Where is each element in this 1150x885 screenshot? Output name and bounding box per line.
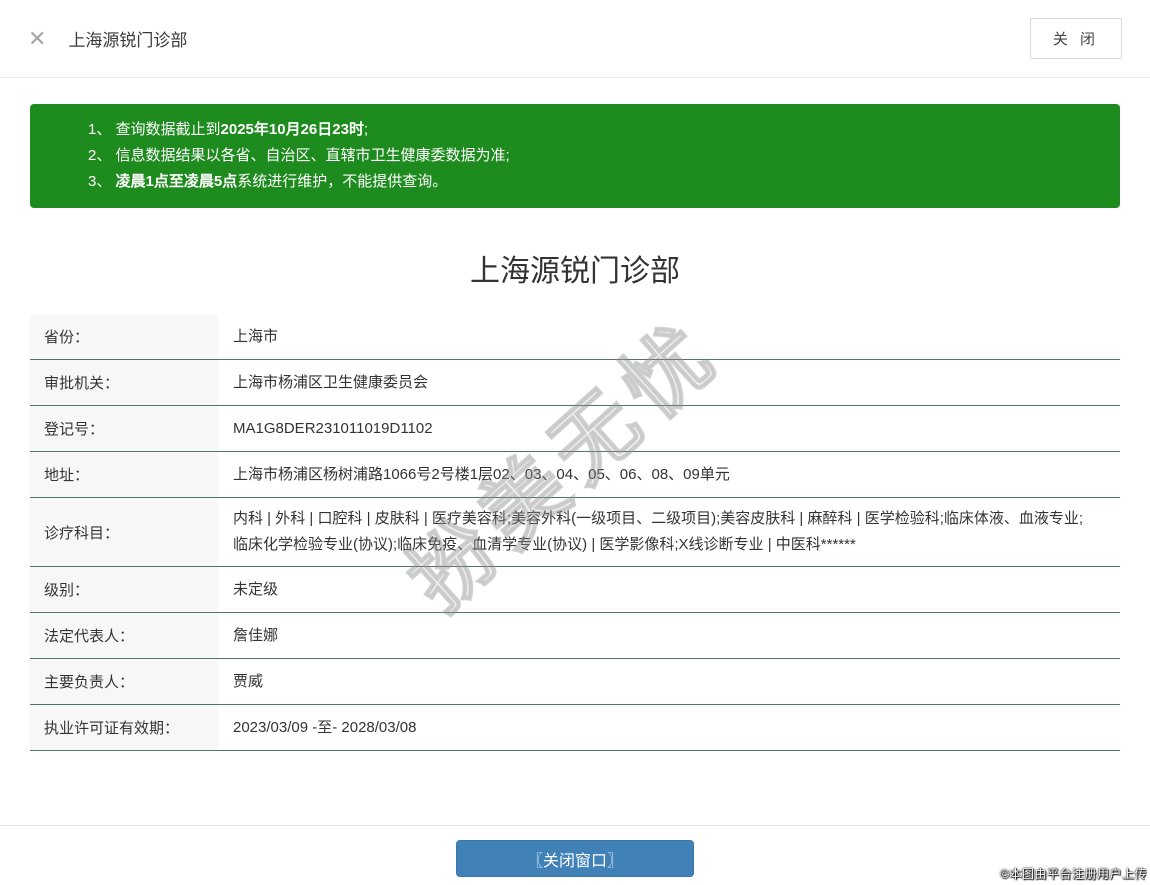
table-row-level: 级别： 未定级 — [30, 567, 1120, 613]
table-row-license-validity: 执业许可证有效期： 2023/03/09 -至- 2028/03/08 — [30, 705, 1120, 751]
notice-line-1-bold: 2025年10月26日23时 — [221, 121, 364, 138]
table-row-approval-authority: 审批机关： 上海市杨浦区卫生健康委员会 — [30, 360, 1120, 406]
window-title: 上海源锐门诊部 — [68, 26, 187, 51]
notice-line-3-tail: 系统进行维护，不能提供查询。 — [237, 173, 447, 190]
row-value: MA1G8DER231011019D1102 — [218, 406, 1120, 451]
row-label: 地址： — [30, 452, 218, 497]
notice-line-2: 2、 信息数据结果以各省、自治区、直辖市卫生健康委数据为准; — [88, 143, 1080, 169]
row-value: 2023/03/09 -至- 2028/03/08 — [218, 705, 1120, 750]
table-row-province: 省份： 上海市 — [30, 314, 1120, 360]
row-value: 未定级 — [218, 567, 1120, 612]
row-label: 法定代表人： — [30, 613, 218, 658]
notice-line-3-text: 3、 — [88, 173, 116, 190]
close-button[interactable]: 关 闭 — [1030, 18, 1122, 59]
row-label: 执业许可证有效期： — [30, 705, 218, 750]
close-window-button[interactable]: 〖关闭窗口〗 — [456, 840, 694, 877]
row-label: 诊疗科目： — [30, 498, 218, 566]
table-row-departments: 诊疗科目： 内科 | 外科 | 口腔科 | 皮肤科 | 医疗美容科;美容外科(一… — [30, 498, 1120, 567]
footer-bar: 〖关闭窗口〗 — [0, 825, 1150, 885]
notice-banner: 1、 查询数据截止到2025年10月26日23时; 2、 信息数据结果以各省、自… — [30, 104, 1120, 208]
table-row-principal: 主要负责人： 贾威 — [30, 659, 1120, 705]
row-value: 上海市杨浦区卫生健康委员会 — [218, 360, 1120, 405]
header-bar: ✕ 上海源锐门诊部 关 闭 — [0, 0, 1150, 78]
notice-line-3-bold: 凌晨1点至凌晨5点 — [116, 173, 238, 190]
table-row-address: 地址： 上海市杨浦区杨树浦路1066号2号楼1层02、03、04、05、06、0… — [30, 452, 1120, 498]
notice-line-2-text: 2、 信息数据结果以各省、自治区、直辖市卫生健康委数据为准; — [88, 147, 510, 164]
row-label: 审批机关： — [30, 360, 218, 405]
row-value: 内科 | 外科 | 口腔科 | 皮肤科 | 医疗美容科;美容外科(一级项目、二级… — [218, 498, 1120, 566]
row-value: 贾威 — [218, 659, 1120, 704]
row-value: 上海市 — [218, 314, 1120, 359]
detail-table: 省份： 上海市 审批机关： 上海市杨浦区卫生健康委员会 登记号： MA1G8DE… — [30, 314, 1120, 751]
row-label: 级别： — [30, 567, 218, 612]
page-title: 上海源锐门诊部 — [0, 246, 1150, 290]
table-row-legal-representative: 法定代表人： 詹佳娜 — [30, 613, 1120, 659]
notice-line-3: 3、 凌晨1点至凌晨5点系统进行维护，不能提供查询。 — [88, 169, 1080, 195]
notice-line-1-text: 1、 查询数据截止到 — [88, 121, 221, 138]
notice-line-1: 1、 查询数据截止到2025年10月26日23时; — [88, 117, 1080, 143]
notice-line-1-tail: ; — [364, 121, 368, 138]
close-x-icon[interactable]: ✕ — [28, 28, 46, 50]
row-label: 省份： — [30, 314, 218, 359]
copyright-note: ©本图由平台注册用户上传 — [1000, 865, 1147, 882]
row-label: 登记号： — [30, 406, 218, 451]
table-row-registration-number: 登记号： MA1G8DER231011019D1102 — [30, 406, 1120, 452]
row-value: 詹佳娜 — [218, 613, 1120, 658]
row-value: 上海市杨浦区杨树浦路1066号2号楼1层02、03、04、05、06、08、09… — [218, 452, 1120, 497]
row-label: 主要负责人： — [30, 659, 218, 704]
